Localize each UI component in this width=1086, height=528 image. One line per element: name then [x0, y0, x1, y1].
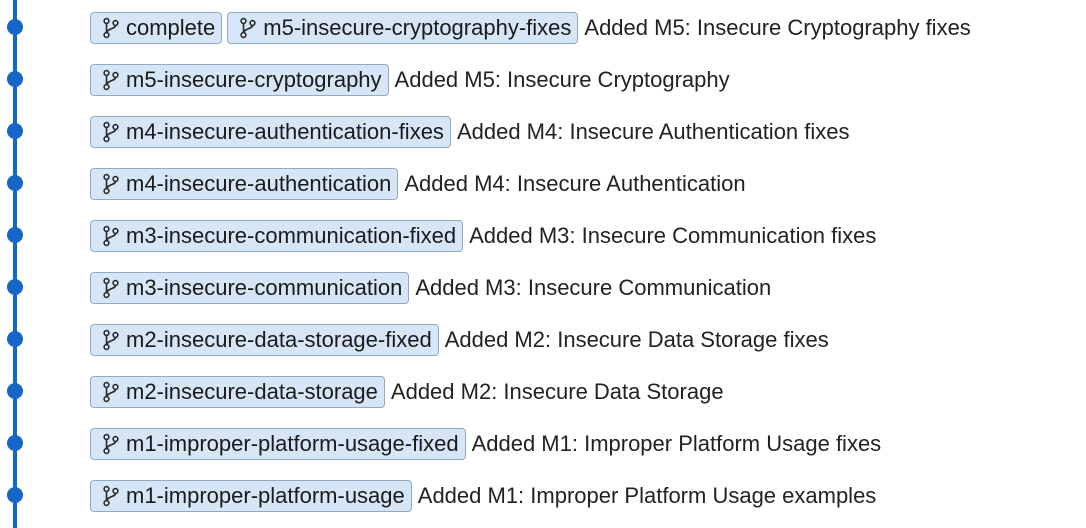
commit-message: Added M2: Insecure Data Storage fixes	[444, 327, 829, 352]
branch-icon	[239, 17, 257, 39]
commit-refs: complete m5-insecure-cryptography-fixes …	[90, 11, 971, 45]
branch-icon	[102, 225, 120, 247]
branch-name: m4-insecure-authentication-fixes	[126, 119, 444, 144]
branch-name: m3-insecure-communication-fixed	[126, 223, 457, 248]
commit-row[interactable]: m2-insecure-data-storage Added M2: Insec…	[0, 365, 1086, 417]
branch-icon	[102, 433, 120, 455]
commit-row[interactable]: m5-insecure-cryptography Added M5: Insec…	[0, 53, 1086, 105]
commit-node[interactable]	[7, 123, 23, 139]
commit-message: Added M4: Insecure Authentication fixes	[456, 119, 850, 144]
branch-badge[interactable]: m2-insecure-data-storage-fixed	[90, 324, 439, 356]
branch-icon	[102, 381, 120, 403]
branch-icon	[102, 277, 120, 299]
commit-message: Added M3: Insecure Communication	[415, 275, 772, 300]
commit-row[interactable]: m3-insecure-communication-fixed Added M3…	[0, 209, 1086, 261]
branch-name: m3-insecure-communication	[126, 275, 403, 300]
branch-name: m2-insecure-data-storage	[126, 379, 378, 404]
commit-message: Added M1: Improper Platform Usage exampl…	[417, 483, 877, 508]
commit-refs: m3-insecure-communication Added M3: Inse…	[90, 271, 771, 305]
commit-node[interactable]	[7, 487, 23, 503]
branch-icon	[102, 121, 120, 143]
commit-node[interactable]	[7, 19, 23, 35]
commit-node[interactable]	[7, 331, 23, 347]
commit-message: Added M4: Insecure Authentication	[404, 171, 746, 196]
commit-node[interactable]	[7, 435, 23, 451]
branch-name: m1-improper-platform-usage	[126, 483, 405, 508]
branch-icon	[102, 485, 120, 507]
branch-badge[interactable]: m3-insecure-communication	[90, 272, 410, 304]
commit-list: complete m5-insecure-cryptography-fixes …	[0, 0, 1086, 528]
branch-badge[interactable]: m1-improper-platform-usage-fixed	[90, 428, 466, 460]
branch-badge[interactable]: m5-insecure-cryptography	[90, 64, 389, 96]
commit-message: Added M1: Improper Platform Usage fixes	[471, 431, 882, 456]
branch-badge[interactable]: complete	[90, 12, 223, 44]
branch-badge[interactable]: m4-insecure-authentication-fixes	[90, 116, 451, 148]
commit-message: Added M5: Insecure Cryptography fixes	[584, 15, 971, 40]
commit-refs: m4-insecure-authentication Added M4: Ins…	[90, 167, 746, 201]
commit-node[interactable]	[7, 279, 23, 295]
commit-row[interactable]: m1-improper-platform-usage-fixed Added M…	[0, 417, 1086, 469]
branch-icon	[102, 329, 120, 351]
commit-node[interactable]	[7, 383, 23, 399]
branch-badge[interactable]: m3-insecure-communication-fixed	[90, 220, 464, 252]
commit-row[interactable]: m4-insecure-authentication Added M4: Ins…	[0, 157, 1086, 209]
commit-row[interactable]: m3-insecure-communication Added M3: Inse…	[0, 261, 1086, 313]
branch-badge[interactable]: m4-insecure-authentication	[90, 168, 399, 200]
commit-refs: m1-improper-platform-usage-fixed Added M…	[90, 427, 881, 461]
commit-refs: m2-insecure-data-storage Added M2: Insec…	[90, 375, 724, 409]
branch-name: m4-insecure-authentication	[126, 171, 392, 196]
commit-refs: m5-insecure-cryptography Added M5: Insec…	[90, 63, 730, 97]
commit-message: Added M3: Insecure Communication fixes	[469, 223, 877, 248]
commit-node[interactable]	[7, 227, 23, 243]
commit-row[interactable]: m1-improper-platform-usage Added M1: Imp…	[0, 469, 1086, 521]
commit-row[interactable]: m2-insecure-data-storage-fixed Added M2:…	[0, 313, 1086, 365]
commit-row[interactable]: complete m5-insecure-cryptography-fixes …	[0, 1, 1086, 53]
commit-message: Added M5: Insecure Cryptography	[394, 67, 730, 92]
commit-refs: m1-improper-platform-usage Added M1: Imp…	[90, 479, 876, 513]
branch-icon	[102, 173, 120, 195]
branch-badge[interactable]: m5-insecure-cryptography-fixes	[227, 12, 579, 44]
commit-refs: m2-insecure-data-storage-fixed Added M2:…	[90, 323, 829, 357]
branch-name: m5-insecure-cryptography	[126, 67, 382, 92]
commit-refs: m4-insecure-authentication-fixes Added M…	[90, 115, 850, 149]
commit-node[interactable]	[7, 175, 23, 191]
commit-refs: m3-insecure-communication-fixed Added M3…	[90, 219, 876, 253]
branch-badge[interactable]: m1-improper-platform-usage	[90, 480, 412, 512]
branch-name: m2-insecure-data-storage-fixed	[126, 327, 432, 352]
branch-name: m1-improper-platform-usage-fixed	[126, 431, 459, 456]
branch-name: m5-insecure-cryptography-fixes	[263, 15, 572, 40]
commit-row[interactable]: m4-insecure-authentication-fixes Added M…	[0, 105, 1086, 157]
branch-icon	[102, 69, 120, 91]
branch-icon	[102, 17, 120, 39]
branch-badge[interactable]: m2-insecure-data-storage	[90, 376, 385, 408]
commit-node[interactable]	[7, 71, 23, 87]
commit-message: Added M2: Insecure Data Storage	[390, 379, 724, 404]
branch-name: complete	[126, 15, 216, 40]
